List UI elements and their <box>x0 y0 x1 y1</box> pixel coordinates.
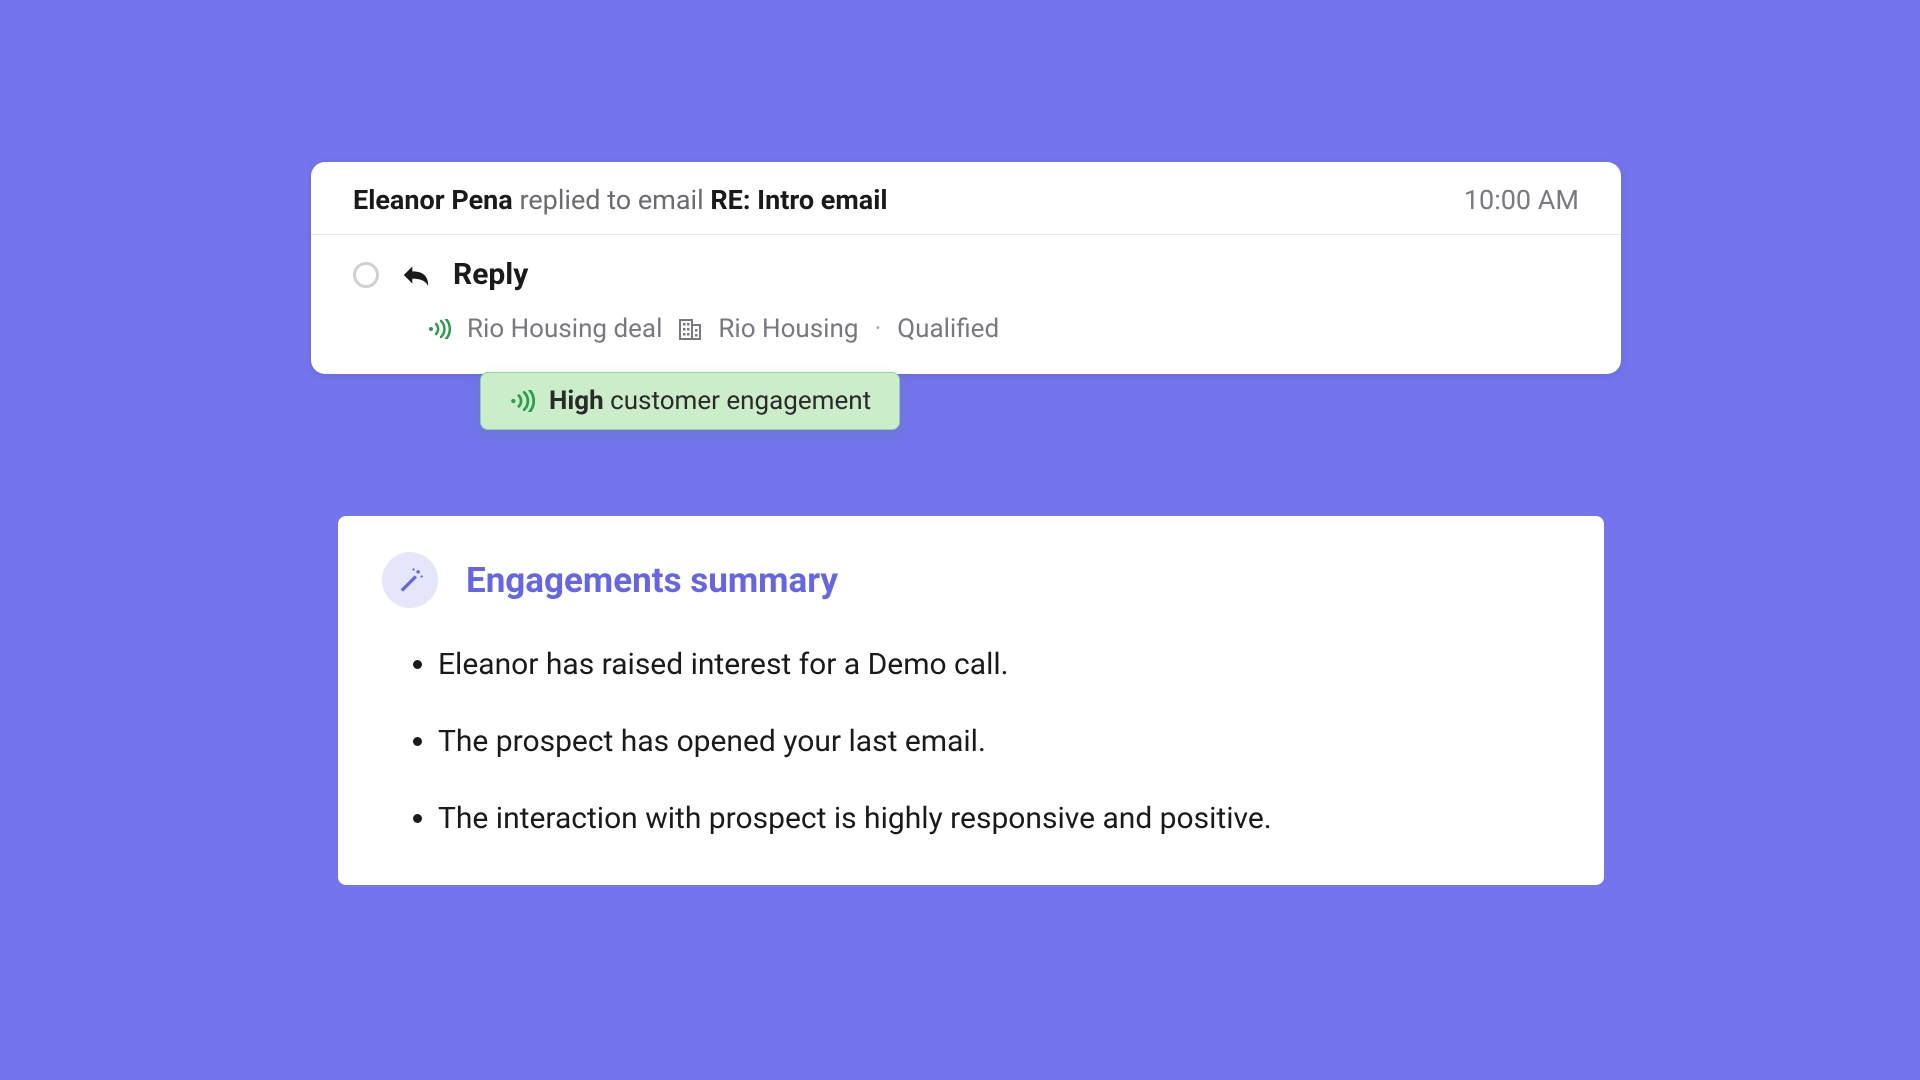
deal-name[interactable]: Rio Housing deal <box>467 314 662 344</box>
action-text: replied to email <box>519 184 710 216</box>
email-subject: RE: Intro email <box>710 184 887 216</box>
engagement-text: High customer engagement <box>549 386 871 416</box>
summary-header: Engagements summary <box>382 552 1560 608</box>
signal-icon <box>427 319 451 339</box>
signal-icon <box>509 390 535 412</box>
building-icon <box>678 317 702 341</box>
separator-dot: · <box>874 314 881 344</box>
email-body: Reply Rio Housing deal <box>311 235 1621 374</box>
summary-list: Eleanor has raised interest for a Demo c… <box>382 642 1560 841</box>
engagement-badge[interactable]: High customer engagement <box>480 372 900 430</box>
magic-icon-wrap <box>382 552 438 608</box>
summary-item: Eleanor has raised interest for a Demo c… <box>438 642 1560 687</box>
company-name[interactable]: Rio Housing <box>718 314 858 344</box>
email-header-text: Eleanor Pena replied to email RE: Intro … <box>353 184 888 216</box>
task-radio[interactable] <box>353 262 379 288</box>
sender-name: Eleanor Pena <box>353 184 513 216</box>
reply-arrow-icon <box>401 264 431 286</box>
reply-label: Reply <box>453 257 528 292</box>
magic-wand-icon <box>396 566 424 594</box>
summary-item: The interaction with prospect is highly … <box>438 796 1560 841</box>
email-timestamp: 10:00 AM <box>1464 184 1579 216</box>
email-notification-card[interactable]: Eleanor Pena replied to email RE: Intro … <box>311 162 1621 374</box>
summary-title: Engagements summary <box>466 560 838 601</box>
summary-container: Engagements summary Eleanor has raised i… <box>312 490 1630 911</box>
summary-card: Engagements summary Eleanor has raised i… <box>338 516 1604 885</box>
reply-row: Reply <box>353 257 1579 292</box>
summary-item: The prospect has opened your last email. <box>438 719 1560 764</box>
meta-row: Rio Housing deal Rio Housing · Qualified <box>427 314 1579 344</box>
email-header: Eleanor Pena replied to email RE: Intro … <box>311 162 1621 235</box>
deal-status: Qualified <box>897 314 999 344</box>
